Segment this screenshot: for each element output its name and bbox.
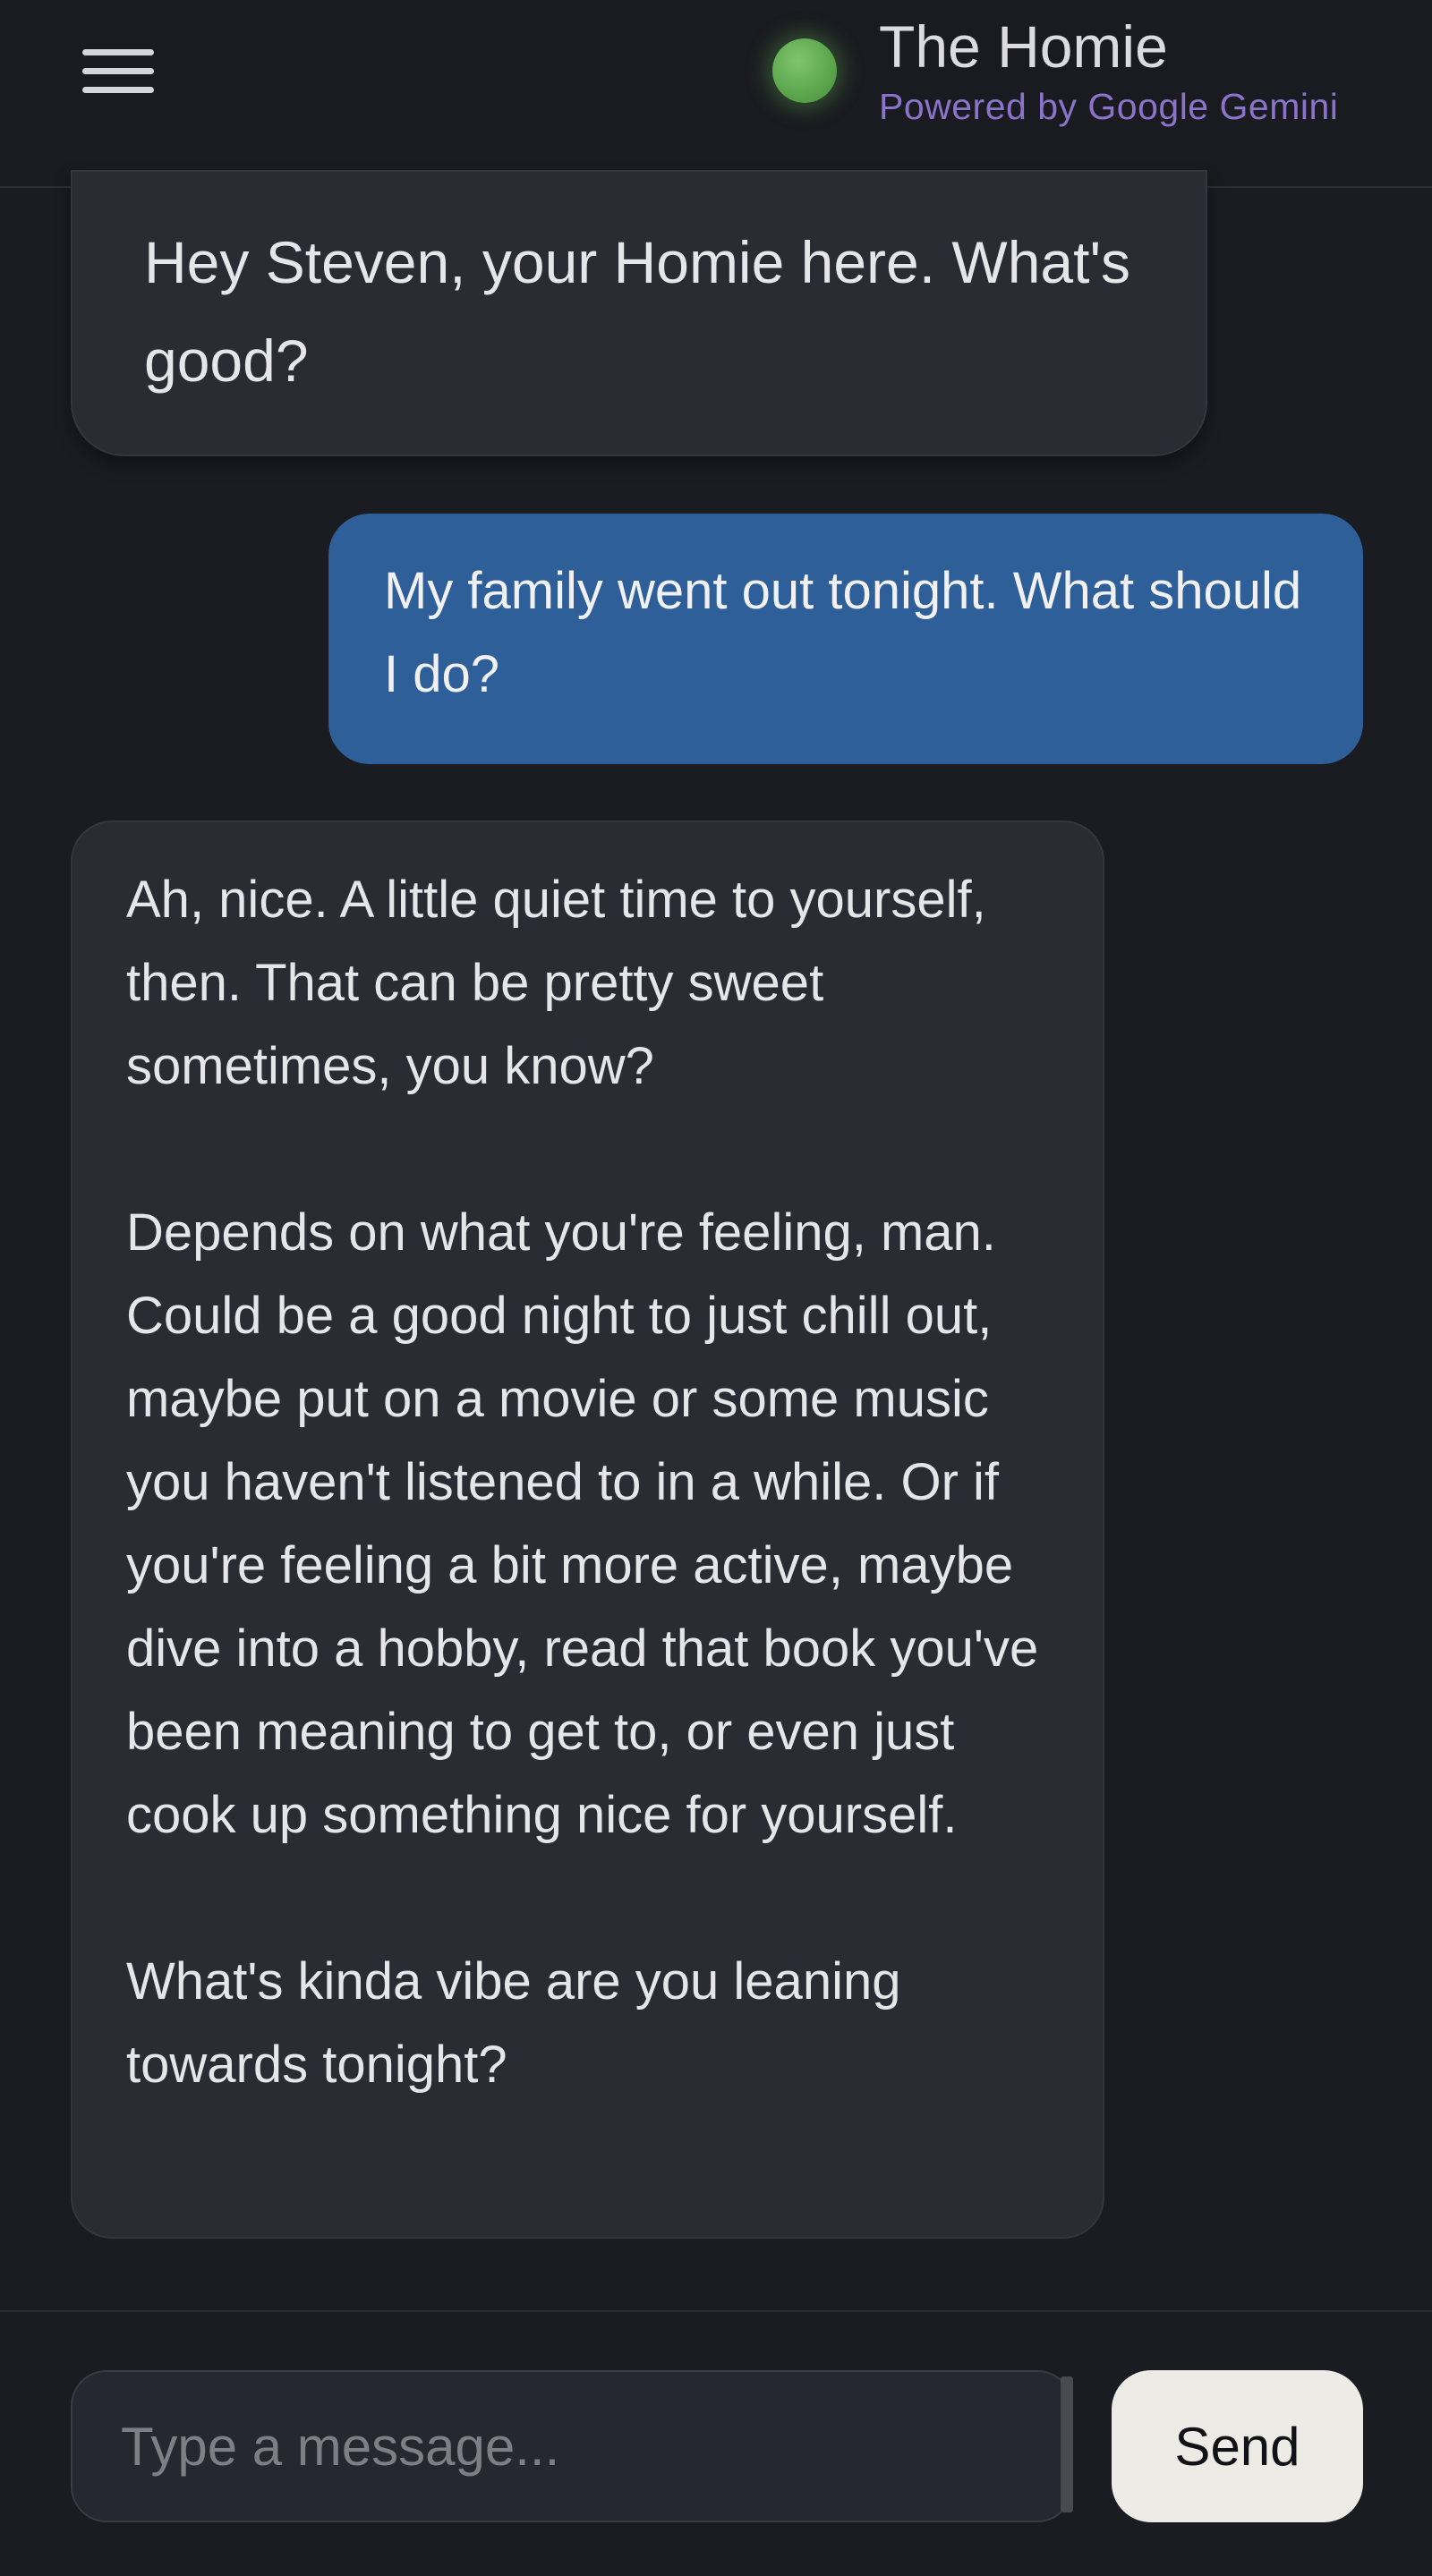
bot-message: Ah, nice. A little quiet time to yoursel… xyxy=(71,820,1104,2239)
chat-app: The Homie Powered by Google Gemini Hey S… xyxy=(0,0,1432,2576)
menu-button[interactable] xyxy=(82,36,168,106)
bot-message: Hey Steven, your Homie here. What's good… xyxy=(71,170,1207,456)
menu-icon-bar xyxy=(82,48,154,55)
online-status-icon xyxy=(772,38,837,103)
app-title: The Homie xyxy=(879,13,1168,80)
send-button[interactable]: Send xyxy=(1112,2370,1363,2522)
user-message: My family went out tonight. What should … xyxy=(328,514,1363,764)
message-input[interactable] xyxy=(71,2370,1073,2522)
app-subtitle: Powered by Google Gemini xyxy=(879,86,1339,127)
menu-icon-bar xyxy=(82,67,154,74)
input-scrollbar[interactable] xyxy=(1061,2376,1073,2512)
menu-icon-bar xyxy=(82,86,154,93)
app-header: The Homie Powered by Google Gemini xyxy=(0,0,1432,188)
composer-bar: Send xyxy=(0,2310,1432,2576)
